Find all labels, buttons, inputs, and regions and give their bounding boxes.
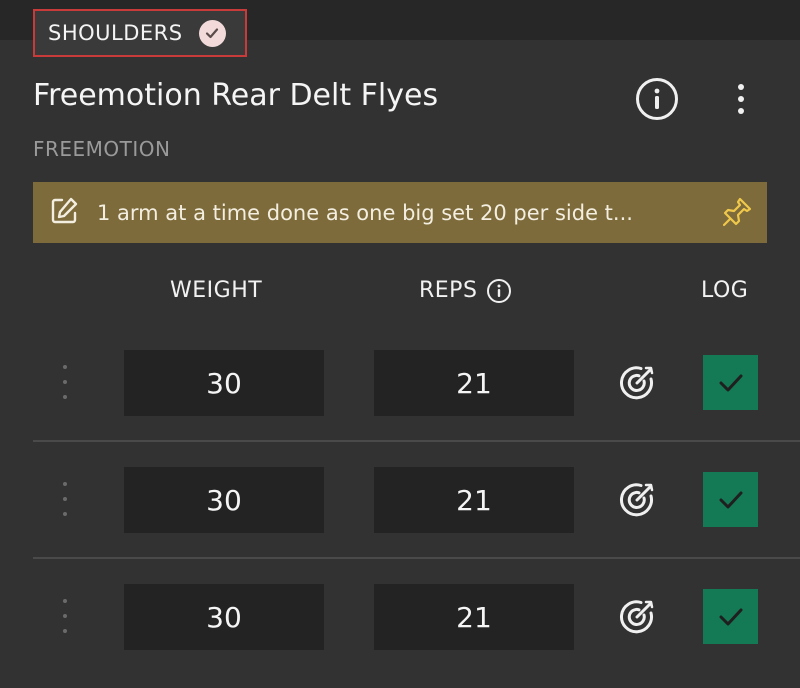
target-icon[interactable]	[618, 598, 656, 636]
note-text: 1 arm at a time done as one big set 20 p…	[97, 200, 633, 225]
weight-input[interactable]: 30	[124, 584, 324, 650]
column-header-reps: REPS	[419, 278, 512, 303]
log-checkbox[interactable]	[703, 589, 758, 644]
drag-handle-icon[interactable]	[61, 365, 69, 399]
set-row: 30 21	[0, 584, 800, 650]
more-vert-icon[interactable]	[724, 78, 758, 120]
target-icon[interactable]	[618, 364, 656, 402]
edit-note-icon[interactable]	[49, 196, 79, 230]
check-icon	[719, 491, 742, 508]
exercise-title: Freemotion Rear Delt Flyes	[33, 78, 439, 113]
column-header-reps-label: REPS	[419, 278, 478, 303]
category-tag[interactable]: SHOULDERS	[33, 9, 247, 57]
weight-input[interactable]: 30	[124, 350, 324, 416]
exercise-note[interactable]: 1 arm at a time done as one big set 20 p…	[33, 182, 767, 243]
category-tag-label: SHOULDERS	[48, 21, 183, 45]
weight-input[interactable]: 30	[124, 467, 324, 533]
set-row: 30 21	[0, 350, 800, 416]
log-checkbox[interactable]	[703, 355, 758, 410]
equipment-brand: FREEMOTION	[33, 137, 171, 161]
drag-handle-icon[interactable]	[61, 482, 69, 516]
reps-input[interactable]: 21	[374, 584, 574, 650]
info-icon[interactable]	[487, 278, 512, 303]
check-icon	[719, 374, 742, 391]
set-row: 30 21	[0, 467, 800, 533]
info-icon[interactable]	[636, 78, 678, 120]
drag-handle-icon[interactable]	[61, 599, 69, 633]
row-divider	[33, 440, 800, 442]
column-header-weight: WEIGHT	[170, 278, 263, 303]
check-circle-icon	[198, 19, 226, 47]
check-icon	[719, 608, 742, 625]
row-divider	[33, 557, 800, 559]
log-checkbox[interactable]	[703, 472, 758, 527]
pin-icon[interactable]	[721, 196, 753, 232]
column-header-log: LOG	[701, 278, 749, 303]
reps-input[interactable]: 21	[374, 467, 574, 533]
target-icon[interactable]	[618, 481, 656, 519]
reps-input[interactable]: 21	[374, 350, 574, 416]
